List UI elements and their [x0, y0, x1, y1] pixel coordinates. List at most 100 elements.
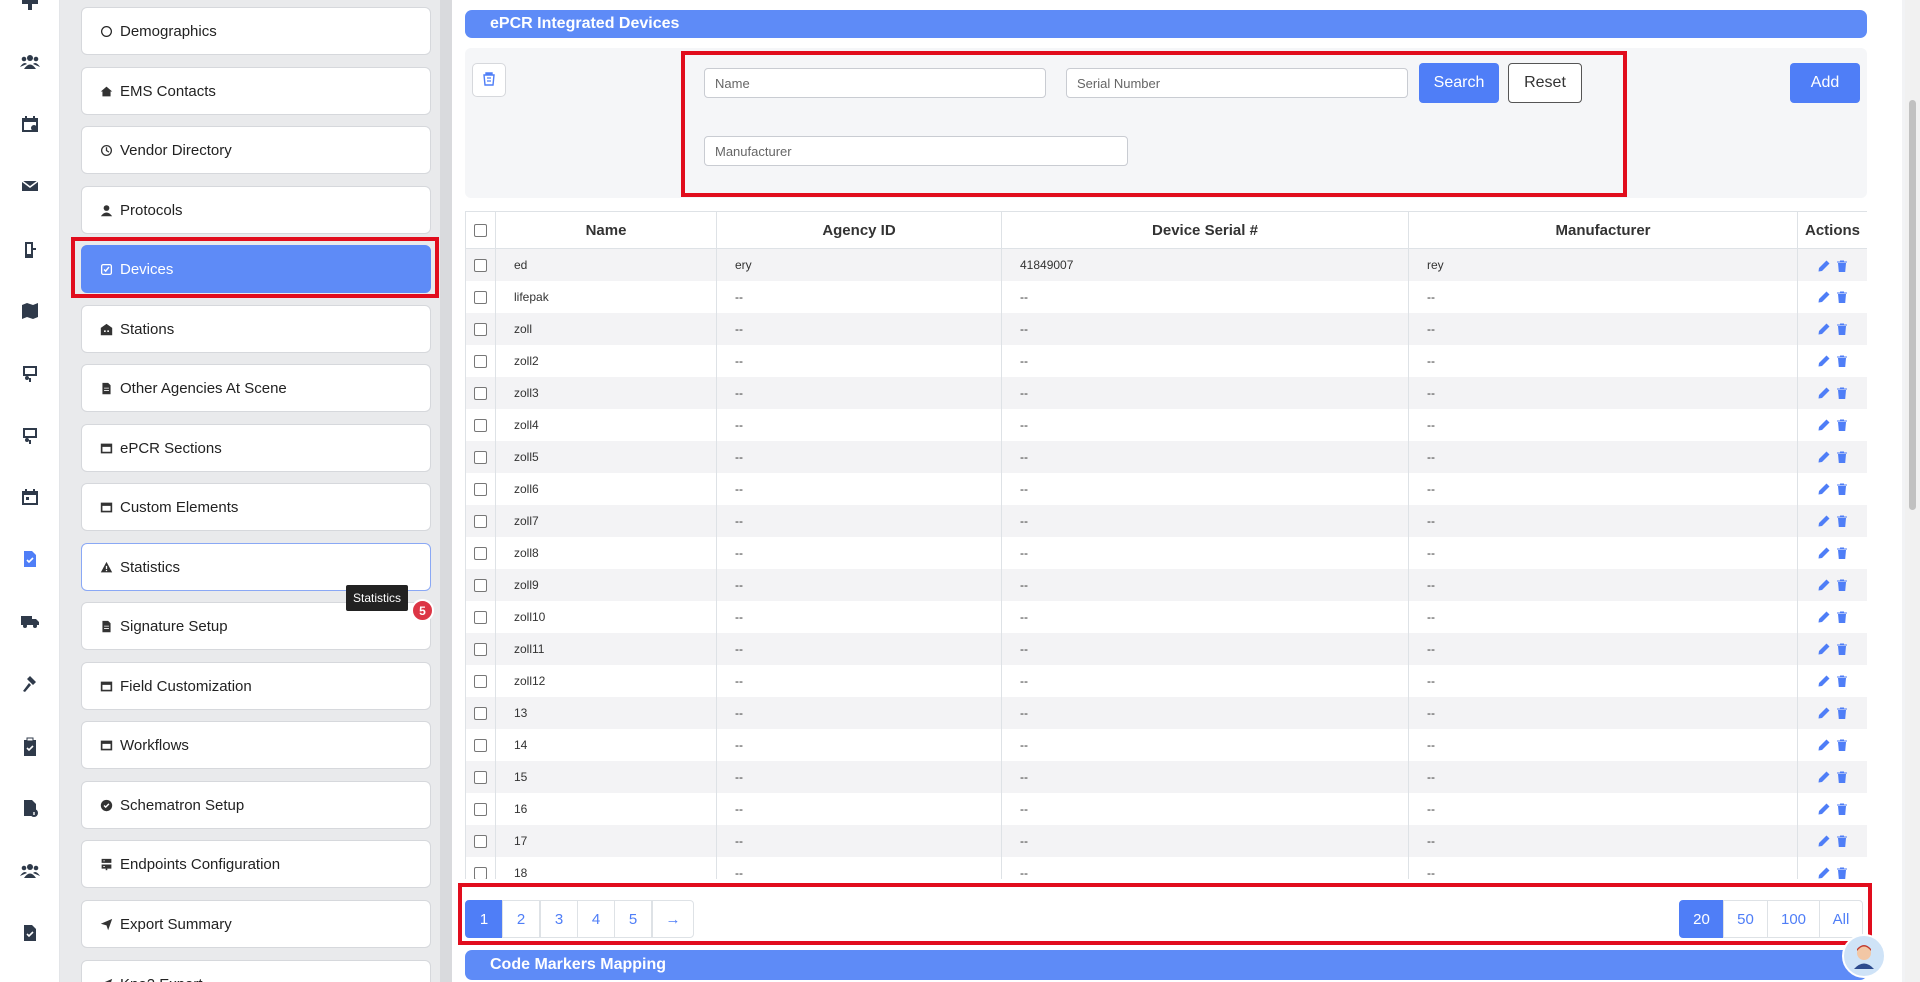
row-checkbox-cell[interactable] [465, 728, 496, 761]
row-checkbox-cell[interactable] [465, 312, 496, 345]
delete-trash-icon[interactable] [1836, 291, 1848, 304]
row-checkbox-cell[interactable] [465, 760, 496, 793]
row-checkbox[interactable] [474, 834, 487, 848]
row-checkbox[interactable] [474, 354, 487, 368]
sidebar-item-workflows[interactable]: Workflows [81, 721, 431, 769]
clipboard-check-icon[interactable] [18, 735, 42, 759]
reset-button[interactable]: Reset [1508, 63, 1582, 103]
next-page-button[interactable]: → [652, 900, 694, 938]
page-1-button[interactable]: 1 [465, 900, 503, 938]
edit-pencil-icon[interactable] [1818, 483, 1830, 495]
page-size-100-button[interactable]: 100 [1767, 900, 1820, 938]
select-all-checkbox-cell[interactable] [465, 211, 496, 249]
row-checkbox-cell[interactable] [465, 280, 496, 313]
edit-pencil-icon[interactable] [1818, 771, 1830, 783]
row-checkbox-cell[interactable] [465, 664, 496, 697]
page-size-all-button[interactable]: All [1819, 900, 1863, 938]
sidebar-item-kno2-export[interactable]: Kno2 Export [81, 960, 431, 982]
page-size-20-button[interactable]: 20 [1679, 900, 1724, 938]
row-checkbox[interactable] [474, 546, 487, 560]
gavel-icon[interactable] [18, 672, 42, 696]
edit-pencil-icon[interactable] [1818, 835, 1830, 847]
delete-trash-icon[interactable] [1836, 739, 1848, 752]
manufacturer-filter-input[interactable] [704, 136, 1128, 166]
row-checkbox[interactable] [474, 450, 487, 464]
delete-trash-icon[interactable] [1836, 707, 1848, 720]
row-checkbox-cell[interactable] [465, 408, 496, 441]
row-checkbox-cell[interactable] [465, 568, 496, 601]
row-checkbox[interactable] [474, 386, 487, 400]
row-checkbox-cell[interactable] [465, 824, 496, 857]
edit-pencil-icon[interactable] [1818, 323, 1830, 335]
column-header-serial[interactable]: Device Serial # [1001, 211, 1409, 249]
edit-pencil-icon[interactable] [1818, 707, 1830, 719]
select-all-checkbox[interactable] [474, 224, 487, 238]
row-checkbox[interactable] [474, 482, 487, 496]
page-scroll-thumb[interactable] [1909, 100, 1916, 510]
edit-pencil-icon[interactable] [1818, 419, 1830, 431]
delete-trash-icon[interactable] [1836, 419, 1848, 432]
presentation-icon[interactable] [18, 361, 42, 385]
row-checkbox[interactable] [474, 866, 487, 879]
file-check-icon[interactable] [18, 547, 42, 571]
users-icon[interactable] [18, 50, 42, 74]
delete-trash-icon[interactable] [1836, 323, 1848, 336]
sidebar-item-epcr-sections[interactable]: ePCR Sections [81, 424, 431, 472]
row-checkbox-cell[interactable] [465, 600, 496, 633]
plus-icon[interactable] [18, 0, 42, 14]
notification-badge[interactable]: 5 [411, 599, 434, 622]
sidebar-item-endpoints-configuration[interactable]: Endpoints Configuration [81, 840, 431, 888]
edit-pencil-icon[interactable] [1818, 739, 1830, 751]
edit-pencil-icon[interactable] [1818, 643, 1830, 655]
device-icon[interactable] [18, 238, 42, 262]
delete-trash-icon[interactable] [1836, 675, 1848, 688]
delete-trash-icon[interactable] [1836, 547, 1848, 560]
page-4-button[interactable]: 4 [577, 900, 615, 938]
clear-filter-button[interactable] [472, 63, 506, 97]
delete-trash-icon[interactable] [1836, 451, 1848, 464]
edit-pencil-icon[interactable] [1818, 260, 1830, 272]
sidebar-item-other-agencies-at-scene[interactable]: Other Agencies At Scene [81, 364, 431, 412]
edit-pencil-icon[interactable] [1818, 675, 1830, 687]
sidebar-item-demographics[interactable]: Demographics [81, 7, 431, 55]
row-checkbox[interactable] [474, 610, 487, 624]
next-section-header[interactable]: Code Markers Mapping [465, 950, 1867, 980]
sidebar-item-protocols[interactable]: Protocols [81, 186, 431, 234]
delete-trash-icon[interactable] [1836, 611, 1848, 624]
mail-icon[interactable] [18, 174, 42, 198]
sidebar-item-export-summary[interactable]: Export Summary [81, 900, 431, 948]
row-checkbox-cell[interactable] [465, 536, 496, 569]
delete-trash-icon[interactable] [1836, 483, 1848, 496]
delete-trash-icon[interactable] [1836, 803, 1848, 816]
users-icon[interactable] [18, 859, 42, 883]
edit-pencil-icon[interactable] [1818, 611, 1830, 623]
delete-trash-icon[interactable] [1836, 355, 1848, 368]
edit-pencil-icon[interactable] [1818, 387, 1830, 399]
row-checkbox-cell[interactable] [465, 344, 496, 377]
presentation-icon[interactable] [18, 423, 42, 447]
sidebar-item-stations[interactable]: Stations [81, 305, 431, 353]
row-checkbox-cell[interactable] [465, 792, 496, 825]
edit-pencil-icon[interactable] [1818, 547, 1830, 559]
row-checkbox-cell[interactable] [465, 504, 496, 537]
sidebar-item-statistics[interactable]: Statistics [81, 543, 431, 591]
row-checkbox-cell[interactable] [465, 856, 496, 879]
add-button[interactable]: Add [1790, 63, 1860, 103]
sidebar-item-ems-contacts[interactable]: EMS Contacts [81, 67, 431, 115]
delete-trash-icon[interactable] [1836, 835, 1848, 848]
column-header-agency-id[interactable]: Agency ID [716, 211, 1002, 249]
map-icon[interactable] [18, 299, 42, 323]
sidebar-item-field-customization[interactable]: Field Customization [81, 662, 431, 710]
row-checkbox-cell[interactable] [465, 248, 496, 281]
row-checkbox-cell[interactable] [465, 376, 496, 409]
row-checkbox[interactable] [474, 258, 487, 272]
column-header-name[interactable]: Name [495, 211, 717, 249]
delete-trash-icon[interactable] [1836, 643, 1848, 656]
page-size-50-button[interactable]: 50 [1723, 900, 1768, 938]
row-checkbox-cell[interactable] [465, 696, 496, 729]
delete-trash-icon[interactable] [1836, 387, 1848, 400]
row-checkbox[interactable] [474, 706, 487, 720]
sidebar-item-vendor-directory[interactable]: Vendor Directory [81, 126, 431, 174]
edit-pencil-icon[interactable] [1818, 451, 1830, 463]
sidebar-item-devices[interactable]: Devices [81, 245, 431, 293]
